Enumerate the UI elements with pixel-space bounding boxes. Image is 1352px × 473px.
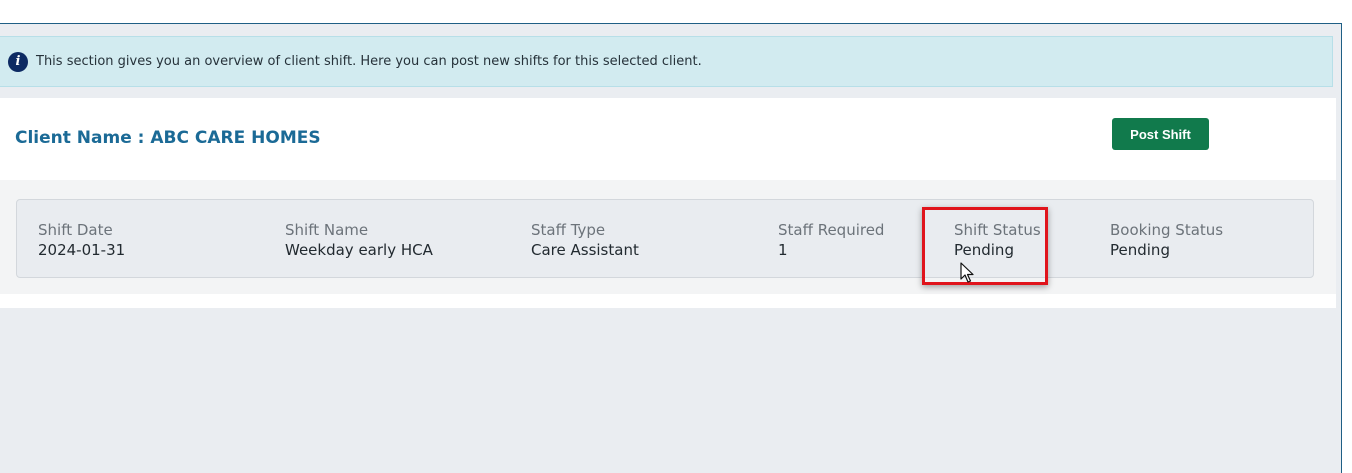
client-name-title: Client Name : ABC CARE HOMES: [15, 128, 321, 148]
main-content: i This section gives you an overview of …: [0, 23, 1342, 473]
shift-name-value: Weekday early HCA: [285, 241, 433, 259]
shift-date-value: 2024-01-31: [38, 241, 126, 259]
shift-date-label: Shift Date: [38, 221, 113, 239]
post-shift-button[interactable]: Post Shift: [1112, 118, 1209, 150]
booking-status-value: Pending: [1110, 241, 1170, 259]
booking-status-label: Booking Status: [1110, 221, 1224, 239]
mouse-cursor-icon: [960, 262, 974, 283]
viewport: i This section gives you an overview of …: [0, 0, 1352, 473]
info-alert: i This section gives you an overview of …: [0, 36, 1333, 87]
shift-status-cell: Shift Status Pending: [954, 220, 1041, 261]
info-icon: i: [8, 51, 28, 72]
staff-required-value: 1: [778, 241, 788, 259]
shift-status-value: Pending: [954, 241, 1014, 259]
booking-status-cell: Booking Status Pending: [1110, 220, 1223, 261]
info-text: This section gives you an overview of cl…: [36, 54, 702, 69]
staff-type-value: Care Assistant: [531, 241, 639, 259]
shift-date-cell: Shift Date 2024-01-31: [38, 220, 125, 261]
shift-name-cell: Shift Name Weekday early HCA: [285, 220, 433, 261]
staff-required-cell: Staff Required 1: [778, 220, 884, 261]
scrollbar[interactable]: [1343, 0, 1352, 473]
client-shift-card: Client Name : ABC CARE HOMES Post Shift …: [0, 98, 1336, 308]
shift-name-label: Shift Name: [285, 221, 369, 239]
shift-list: Shift Date 2024-01-31 Shift Name Weekday…: [0, 180, 1336, 294]
shift-status-label: Shift Status: [954, 221, 1041, 239]
staff-required-label: Staff Required: [778, 221, 885, 239]
shift-row[interactable]: Shift Date 2024-01-31 Shift Name Weekday…: [16, 199, 1314, 278]
staff-type-cell: Staff Type Care Assistant: [531, 220, 639, 261]
staff-type-label: Staff Type: [531, 221, 606, 239]
